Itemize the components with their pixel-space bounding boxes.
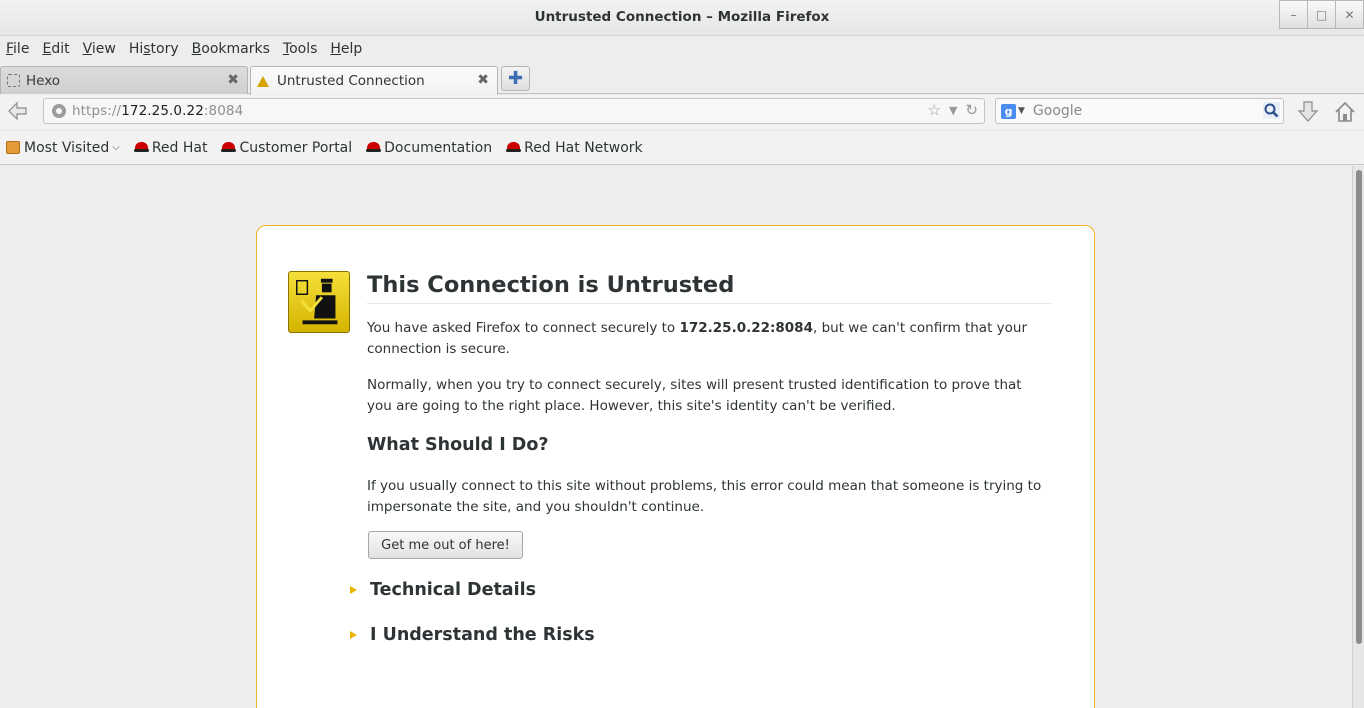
- search-bar[interactable]: g ▼ Google: [995, 98, 1284, 124]
- folder-icon: [6, 141, 20, 154]
- menu-view[interactable]: View: [83, 41, 116, 57]
- search-input[interactable]: Google: [1033, 103, 1082, 119]
- close-icon: ✕: [1344, 7, 1355, 22]
- chevron-down-icon[interactable]: ▼: [1018, 106, 1025, 116]
- redhat-icon: [366, 141, 382, 154]
- url-text[interactable]: https://172.25.0.22:8084: [72, 103, 243, 119]
- download-icon[interactable]: [1297, 100, 1319, 124]
- tab-hexo[interactable]: Hexo ✖: [0, 66, 248, 94]
- redhat-icon: [221, 141, 237, 154]
- bookmark-red-hat[interactable]: Red Hat: [133, 140, 207, 156]
- blank-page-icon: [7, 74, 20, 87]
- bookmark-most-visited[interactable]: Most Visited ⌵: [6, 140, 120, 156]
- back-arrow-icon: [8, 101, 27, 121]
- close-window-button[interactable]: ✕: [1335, 0, 1364, 29]
- error-panel: This Connection is Untrusted You have as…: [256, 225, 1095, 708]
- host-address: 172.25.0.22:8084: [679, 320, 813, 336]
- redhat-icon: [133, 141, 149, 154]
- menu-bookmarks[interactable]: Bookmarks: [192, 41, 270, 57]
- what-should-i-do-heading: What Should I Do?: [367, 435, 549, 455]
- vertical-scrollbar[interactable]: [1352, 166, 1364, 708]
- warning-icon: [257, 75, 269, 87]
- tab-label: Untrusted Connection: [277, 73, 425, 89]
- bookmark-red-hat-network[interactable]: Red Hat Network: [506, 140, 643, 156]
- menu-help[interactable]: Help: [330, 41, 362, 57]
- star-bookmark-icon[interactable]: ☆: [928, 101, 941, 119]
- menu-history[interactable]: History: [129, 41, 179, 57]
- intro-paragraph: You have asked Firefox to connect secure…: [367, 320, 1028, 357]
- maximize-button[interactable]: □: [1307, 0, 1336, 29]
- expand-triangle-icon: [350, 631, 357, 639]
- expand-triangle-icon: [350, 586, 357, 594]
- tab-bar: Hexo ✖ Untrusted Connection ✖: [0, 64, 1364, 95]
- url-bar[interactable]: https://172.25.0.22:8084 ☆ ▼ ↻: [43, 98, 985, 124]
- redhat-icon: [506, 141, 522, 154]
- tab-untrusted-connection[interactable]: Untrusted Connection ✖: [250, 66, 498, 95]
- bookmark-customer-portal[interactable]: Customer Portal: [221, 140, 352, 156]
- minimize-button[interactable]: –: [1279, 0, 1308, 29]
- menu-bar: File Edit View History Bookmarks Tools H…: [0, 36, 1364, 62]
- bookmark-documentation[interactable]: Documentation: [366, 140, 492, 156]
- bookmarks-toolbar: Most Visited ⌵ Red Hat Customer Portal D…: [0, 131, 1364, 165]
- advice-paragraph: If you usually connect to this site with…: [367, 478, 1042, 515]
- tab-label: Hexo: [26, 72, 61, 89]
- home-icon[interactable]: [1334, 100, 1356, 124]
- reload-icon[interactable]: ↻: [965, 101, 978, 119]
- google-icon[interactable]: g: [1001, 103, 1016, 119]
- window-title: Untrusted Connection – Mozilla Firefox: [534, 9, 830, 25]
- menu-file[interactable]: File: [6, 41, 29, 57]
- get-me-out-button[interactable]: Get me out of here!: [368, 531, 523, 559]
- menu-edit[interactable]: Edit: [42, 41, 69, 57]
- site-identity-icon[interactable]: [52, 104, 66, 118]
- navigation-bar: https://172.25.0.22:8084 ☆ ▼ ↻ g ▼ Googl…: [0, 95, 1364, 129]
- window-controls: – □ ✕: [1279, 0, 1364, 29]
- search-icon[interactable]: [1263, 102, 1280, 119]
- close-tab-icon[interactable]: ✖: [227, 72, 239, 88]
- page-content: This Connection is Untrusted You have as…: [0, 166, 1352, 708]
- minimize-icon: –: [1290, 7, 1297, 22]
- scrollbar-thumb[interactable]: [1356, 170, 1362, 644]
- page-title: This Connection is Untrusted: [367, 272, 1051, 304]
- menu-tools[interactable]: Tools: [283, 41, 318, 57]
- window-titlebar: Untrusted Connection – Mozilla Firefox –…: [0, 0, 1364, 36]
- certificate-guard-icon: [288, 271, 350, 333]
- plus-icon: ✚: [507, 68, 524, 89]
- chevron-down-icon: ⌵: [112, 142, 120, 153]
- close-tab-icon[interactable]: ✖: [477, 72, 489, 88]
- technical-details-expander[interactable]: Technical Details: [350, 580, 536, 600]
- chevron-down-icon[interactable]: ▼: [949, 104, 957, 119]
- explanation-paragraph: Normally, when you try to connect secure…: [367, 377, 1022, 414]
- back-button[interactable]: [6, 100, 34, 124]
- new-tab-button[interactable]: ✚: [501, 66, 530, 91]
- understand-risks-expander[interactable]: I Understand the Risks: [350, 625, 595, 645]
- maximize-icon: □: [1315, 7, 1328, 22]
